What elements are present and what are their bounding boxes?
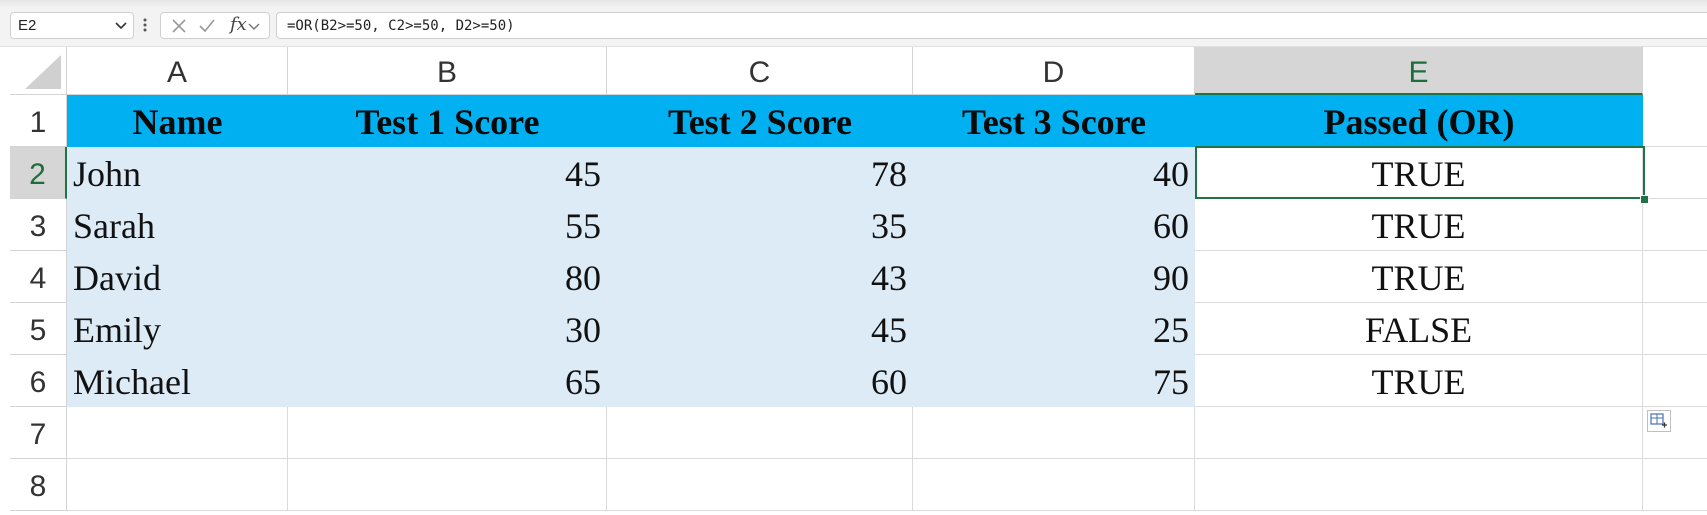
cell-d3[interactable]: 60 bbox=[913, 199, 1195, 251]
cell-b5[interactable]: 30 bbox=[288, 303, 607, 355]
formula-input[interactable]: =OR(B2>=50, C2>=50, D2>=50) bbox=[276, 12, 1707, 39]
header-cell-test1[interactable]: Test 1 Score bbox=[288, 95, 607, 147]
cell-a5[interactable]: Emily bbox=[67, 303, 288, 355]
row-header-1[interactable]: 1 bbox=[10, 95, 67, 147]
name-box-value: E2 bbox=[18, 17, 37, 34]
cell-e2[interactable]: TRUE bbox=[1195, 147, 1643, 199]
row-header-8[interactable]: 8 bbox=[10, 459, 67, 511]
row-header-2[interactable]: 2 bbox=[10, 147, 67, 199]
quick-analysis-glyph-icon bbox=[1650, 413, 1667, 428]
column-header-c[interactable]: C bbox=[607, 47, 913, 95]
cell-e6[interactable]: TRUE bbox=[1195, 355, 1643, 407]
cell-a7[interactable] bbox=[67, 407, 288, 459]
column-header-d[interactable]: D bbox=[913, 47, 1195, 95]
cell-c3[interactable]: 35 bbox=[607, 199, 913, 251]
cell-d7[interactable] bbox=[913, 407, 1195, 459]
cell-a8[interactable] bbox=[67, 459, 288, 511]
select-all-triangle-icon bbox=[25, 55, 61, 89]
vertical-ellipsis-icon[interactable] bbox=[142, 14, 148, 36]
fill-handle[interactable] bbox=[1640, 195, 1649, 204]
cell-e4[interactable]: TRUE bbox=[1195, 251, 1643, 303]
cell-b4[interactable]: 80 bbox=[288, 251, 607, 303]
cell-f1[interactable] bbox=[1643, 95, 1707, 147]
quick-analysis-icon[interactable] bbox=[1647, 410, 1671, 432]
row-header-5[interactable]: 5 bbox=[10, 303, 67, 355]
header-cell-name[interactable]: Name bbox=[67, 95, 288, 147]
column-header-a[interactable]: A bbox=[67, 47, 288, 95]
row-header-3[interactable]: 3 bbox=[10, 199, 67, 251]
formula-toolbar: E2 fx =OR(B2>=50, C2>=50, D2>=50) bbox=[0, 0, 1707, 47]
chevron-down-icon[interactable] bbox=[247, 17, 261, 35]
name-box[interactable]: E2 bbox=[10, 12, 134, 39]
cell-d5[interactable]: 25 bbox=[913, 303, 1195, 355]
fx-icon[interactable]: fx bbox=[230, 14, 247, 35]
formula-text: =OR(B2>=50, C2>=50, D2>=50) bbox=[287, 18, 515, 34]
cell-f4[interactable] bbox=[1643, 251, 1707, 303]
spreadsheet-grid: A B C D E 1 2 3 4 5 6 7 8 Name Test 1 Sc… bbox=[0, 47, 1707, 511]
row-header-6[interactable]: 6 bbox=[10, 355, 67, 407]
cell-e3[interactable]: TRUE bbox=[1195, 199, 1643, 251]
row-header-7[interactable]: 7 bbox=[10, 407, 67, 459]
header-cell-test3[interactable]: Test 3 Score bbox=[913, 95, 1195, 147]
cell-d8[interactable] bbox=[913, 459, 1195, 511]
cell-c5[interactable]: 45 bbox=[607, 303, 913, 355]
cell-e7[interactable] bbox=[1195, 407, 1643, 459]
cell-a3[interactable]: Sarah bbox=[67, 199, 288, 251]
header-cell-test2[interactable]: Test 2 Score bbox=[607, 95, 913, 147]
cell-c7[interactable] bbox=[607, 407, 913, 459]
cell-d6[interactable]: 75 bbox=[913, 355, 1195, 407]
cell-d4[interactable]: 90 bbox=[913, 251, 1195, 303]
chevron-down-icon[interactable] bbox=[113, 16, 129, 34]
select-all-button[interactable] bbox=[10, 47, 67, 95]
cell-b2[interactable]: 45 bbox=[288, 147, 607, 199]
cell-d2[interactable]: 40 bbox=[913, 147, 1195, 199]
cell-a2[interactable]: John bbox=[67, 147, 288, 199]
header-cell-passed[interactable]: Passed (OR) bbox=[1195, 95, 1643, 147]
cell-a6[interactable]: Michael bbox=[67, 355, 288, 407]
row-header-4[interactable]: 4 bbox=[10, 251, 67, 303]
cell-f8[interactable] bbox=[1643, 459, 1707, 511]
cell-c2[interactable]: 78 bbox=[607, 147, 913, 199]
cell-c4[interactable]: 43 bbox=[607, 251, 913, 303]
cell-c6[interactable]: 60 bbox=[607, 355, 913, 407]
column-header-e[interactable]: E bbox=[1195, 47, 1643, 95]
cell-e8[interactable] bbox=[1195, 459, 1643, 511]
close-icon[interactable] bbox=[169, 17, 189, 35]
cell-b6[interactable]: 65 bbox=[288, 355, 607, 407]
cell-f3[interactable] bbox=[1643, 199, 1707, 251]
cell-a4[interactable]: David bbox=[67, 251, 288, 303]
cell-c8[interactable] bbox=[607, 459, 913, 511]
column-header-b[interactable]: B bbox=[288, 47, 607, 95]
cell-b8[interactable] bbox=[288, 459, 607, 511]
cell-f6[interactable] bbox=[1643, 355, 1707, 407]
formula-buttons: fx bbox=[160, 12, 270, 39]
cell-b3[interactable]: 55 bbox=[288, 199, 607, 251]
cell-f2[interactable] bbox=[1643, 147, 1707, 199]
cell-f5[interactable] bbox=[1643, 303, 1707, 355]
cell-e5[interactable]: FALSE bbox=[1195, 303, 1643, 355]
checkmark-icon[interactable] bbox=[197, 17, 217, 35]
cell-b7[interactable] bbox=[288, 407, 607, 459]
